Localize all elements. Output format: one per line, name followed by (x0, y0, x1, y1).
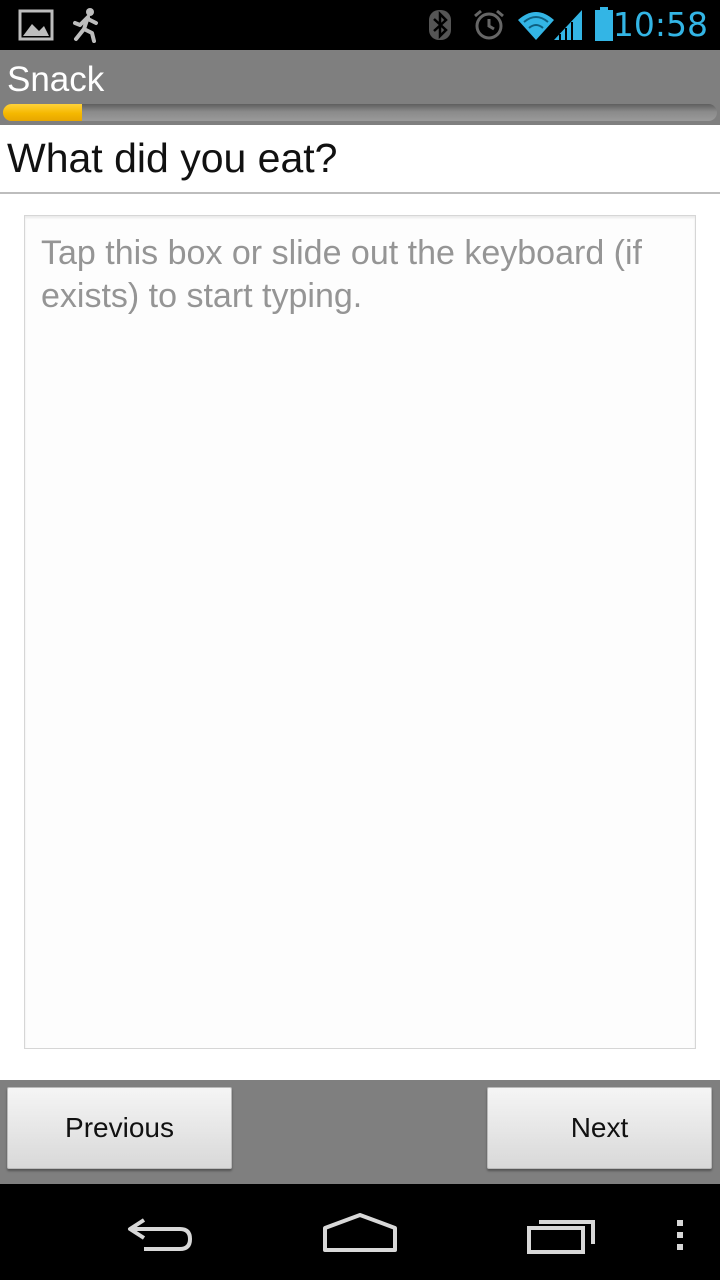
bluetooth-icon (429, 10, 451, 40)
divider (0, 192, 720, 194)
status-time: 10:58 (612, 5, 708, 44)
survey-progress-fill (3, 104, 82, 121)
previous-button[interactable]: Previous (7, 1087, 232, 1169)
recent-apps-icon[interactable] (526, 1214, 598, 1256)
back-icon[interactable] (124, 1214, 196, 1256)
home-icon[interactable] (322, 1212, 398, 1254)
next-button[interactable]: Next (487, 1087, 712, 1169)
status-bar: 10:58 (0, 0, 720, 50)
running-man-icon (73, 8, 98, 43)
alarm-icon (474, 9, 504, 40)
wifi-icon (518, 12, 554, 40)
system-nav-bar (0, 1184, 720, 1280)
signal-icon (554, 10, 582, 40)
survey-progress-bar (3, 104, 717, 121)
gallery-icon (18, 9, 54, 41)
question-label: What did you eat? (7, 135, 338, 181)
battery-icon (595, 7, 613, 41)
answer-text-input[interactable] (24, 215, 696, 1049)
page-title: Snack (7, 60, 105, 99)
overflow-menu-icon[interactable] (674, 1218, 686, 1252)
